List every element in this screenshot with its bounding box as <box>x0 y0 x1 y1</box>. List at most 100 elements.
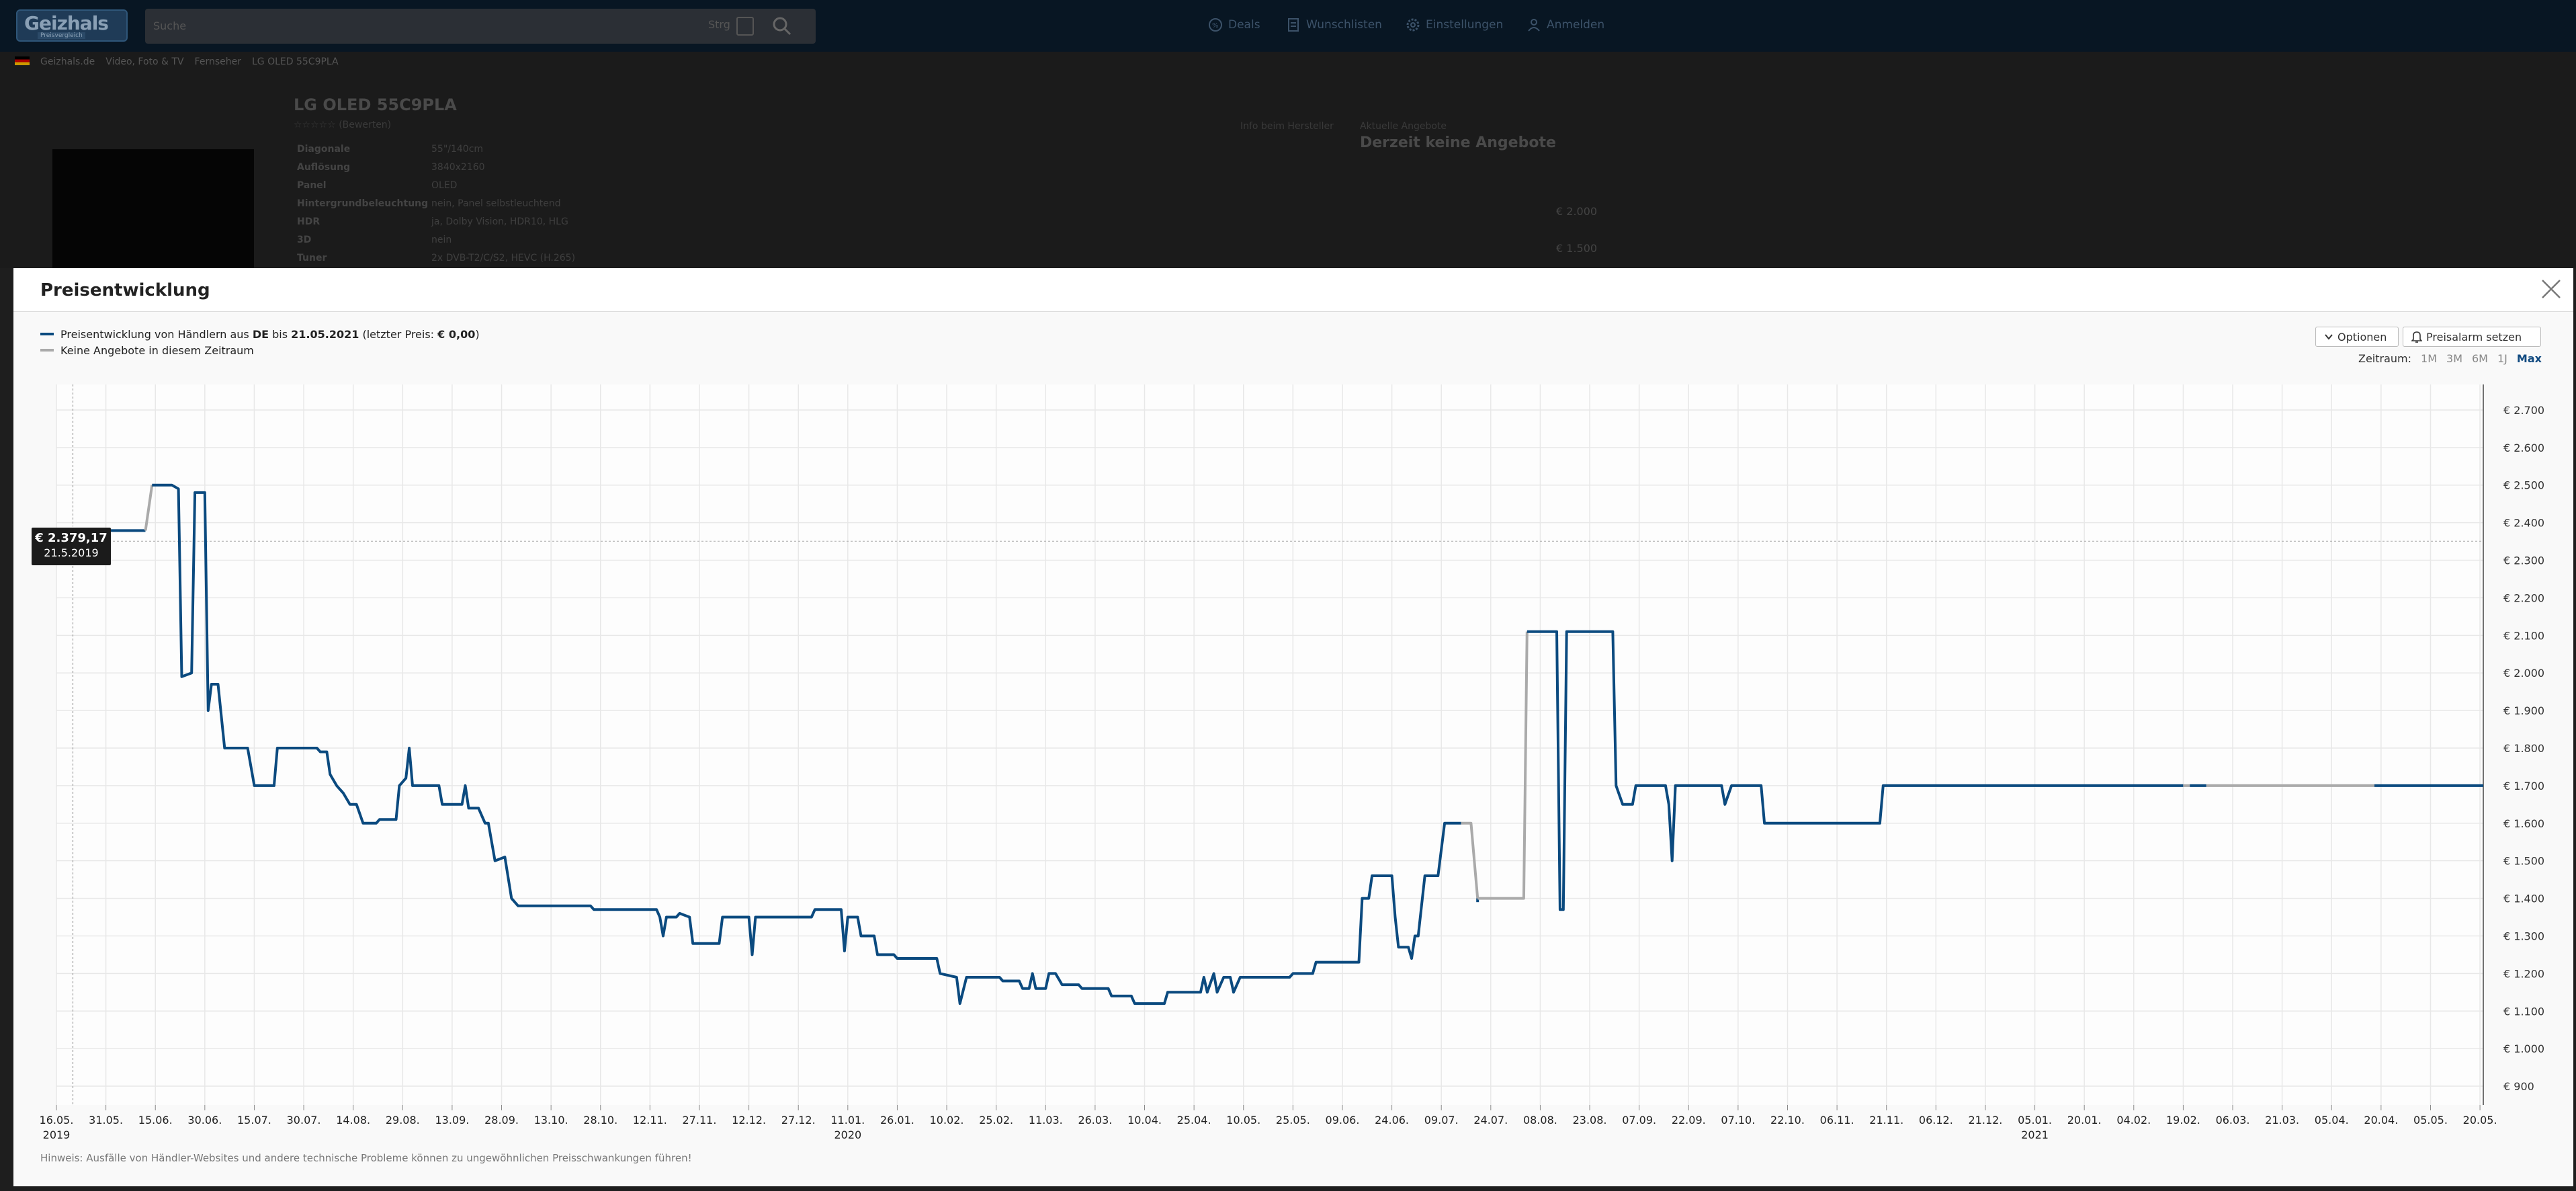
x-tick-label: 12.12. <box>732 1114 766 1126</box>
spec-row: Panel OLED <box>297 180 458 191</box>
gear-icon <box>1406 18 1420 32</box>
x-tick-label: 05.01. <box>2018 1114 2052 1126</box>
y-tick-label: € 2.500 <box>2503 479 2544 492</box>
breadcrumb-item: LG OLED 55C9PLA <box>251 56 339 67</box>
x-tick-label: 25.04. <box>1177 1114 1211 1126</box>
offers-label: Aktuelle Angebote <box>1360 121 1447 132</box>
nav-wishlists[interactable]: Wunschlisten <box>1286 17 1382 32</box>
x-tick-label: 13.10. <box>534 1114 568 1126</box>
x-tick-label: 25.05. <box>1276 1114 1310 1126</box>
x-tick-label: 30.07. <box>287 1114 321 1126</box>
tooltip-date: 21.5.2019 <box>44 546 99 559</box>
x-tick-label: 21.12. <box>1969 1114 2003 1126</box>
x-tick-label: 31.05. <box>89 1114 123 1126</box>
mini-chart-price: € 2.000 <box>1556 205 1598 218</box>
x-tick-label: 28.10. <box>583 1114 617 1126</box>
user-icon <box>1528 19 1540 32</box>
y-tick-label: € 2.700 <box>2503 404 2544 417</box>
geizhals-logo[interactable]: Geizhals Preisvergleich <box>16 9 128 42</box>
close-icon[interactable] <box>2540 278 2563 300</box>
y-tick-label: € 1.800 <box>2503 742 2544 755</box>
x-tick-label: 14.08. <box>336 1114 370 1126</box>
logo-text: Geizhals <box>24 12 109 34</box>
x-tick-year-label: 2019 <box>43 1128 71 1139</box>
x-tick-label: 27.12. <box>781 1114 816 1126</box>
search-icon[interactable] <box>770 14 794 38</box>
x-tick-label: 29.08. <box>386 1114 420 1126</box>
search-shortcut-label: Strg <box>708 18 730 31</box>
price-history-chart[interactable]: € 900 € 1.000 € 1.100 € 1.200 € 1.300 € 1.400… <box>13 312 2573 1139</box>
nav-deals-label: Deals <box>1228 18 1260 32</box>
breadcrumb-item[interactable]: Video, Foto & TV <box>105 56 183 67</box>
x-tick-label: 05.04. <box>2315 1114 2349 1126</box>
y-tick-label: € 1.600 <box>2503 817 2544 830</box>
nav-settings-label: Einstellungen <box>1426 18 1504 32</box>
y-tick-label: € 1.000 <box>2503 1042 2544 1055</box>
x-tick-label: 26.03. <box>1078 1114 1112 1126</box>
search-input[interactable]: Suche Strg <box>145 9 816 44</box>
x-tick-label: 26.01. <box>880 1114 914 1126</box>
x-tick-label: 21.11. <box>1869 1114 1903 1126</box>
y-tick-label: € 1.700 <box>2503 780 2544 792</box>
x-tick-label: 10.05. <box>1226 1114 1260 1126</box>
x-tick-label: 15.07. <box>237 1114 271 1126</box>
offers-title: Derzeit keine Angebote <box>1360 134 1556 151</box>
x-tick-label: 16.05. <box>40 1114 74 1126</box>
x-tick-label: 06.03. <box>2216 1114 2250 1126</box>
x-tick-label: 22.10. <box>1770 1114 1805 1126</box>
x-tick-label: 07.09. <box>1622 1114 1656 1126</box>
deals-icon: % <box>1209 18 1222 32</box>
spec-row: Diagonale 55"/140cm <box>297 144 484 155</box>
nav-deals[interactable]: % Deals <box>1208 17 1260 32</box>
breadcrumb-item[interactable]: Fernseher <box>195 56 241 67</box>
x-tick-year-label: 2021 <box>2021 1128 2049 1139</box>
y-tick-label: € 2.200 <box>2503 591 2544 604</box>
x-tick-label: 13.09. <box>435 1114 469 1126</box>
x-tick-label: 06.12. <box>1919 1114 1953 1126</box>
spec-row: HDR ja, Dolby Vision, HDR10, HLG <box>297 216 568 227</box>
modal-body: Preisentwicklung von Händlern aus DE bis… <box>13 312 2573 1186</box>
x-tick-label: 11.03. <box>1029 1114 1063 1126</box>
y-tick-label: € 1.100 <box>2503 1005 2544 1018</box>
x-tick-label: 28.09. <box>484 1114 519 1126</box>
product-rating[interactable]: ☆☆☆☆☆ (Bewerten) <box>294 120 391 130</box>
y-tick-label: € 1.500 <box>2503 855 2544 868</box>
x-tick-label: 10.02. <box>930 1114 964 1126</box>
x-tick-label: 10.04. <box>1127 1114 1162 1126</box>
breadcrumb-item[interactable]: Geizhals.de <box>40 56 95 67</box>
nav-settings[interactable]: Einstellungen <box>1406 17 1503 32</box>
y-tick-label: € 1.200 <box>2503 967 2544 980</box>
x-tick-label: 25.02. <box>979 1114 1013 1126</box>
x-tick-label: 09.07. <box>1424 1114 1459 1126</box>
product-image <box>52 149 254 268</box>
x-tick-label: 24.06. <box>1375 1114 1409 1126</box>
keyboard-key-icon <box>736 17 754 36</box>
x-tick-label: 06.11. <box>1820 1114 1854 1126</box>
y-tick-label: € 1.300 <box>2503 930 2544 942</box>
top-header: Geizhals Preisvergleich Suche Strg % Dea… <box>0 0 2576 52</box>
disclaimer-note: Hinweis: Ausfälle von Händler-Websites u… <box>40 1152 692 1164</box>
x-tick-label: 20.05. <box>2463 1114 2497 1126</box>
mini-chart-price: € 1.500 <box>1556 242 1598 255</box>
y-tick-label: € 1.400 <box>2503 893 2544 905</box>
x-tick-label: 27.11. <box>683 1114 717 1126</box>
chart-tooltip: € 2.379,17 21.5.2019 <box>32 528 111 565</box>
breadcrumb: Geizhals.de Video, Foto & TV Fernseher L… <box>15 56 339 67</box>
x-tick-label: 24.07. <box>1473 1114 1508 1126</box>
search-placeholder: Suche <box>153 19 187 32</box>
nav-login[interactable]: Anmelden <box>1527 17 1604 32</box>
y-tick-label: € 900 <box>2503 1080 2534 1093</box>
tooltip-value: € 2.379,17 <box>35 531 108 545</box>
modal-header: Preisentwicklung <box>13 268 2573 312</box>
x-tick-label: 22.09. <box>1672 1114 1706 1126</box>
manufacturer-link[interactable]: Info beim Hersteller <box>1240 121 1334 132</box>
x-tick-label: 08.08. <box>1523 1114 1557 1126</box>
nav-login-label: Anmelden <box>1547 18 1605 32</box>
x-tick-label: 20.04. <box>2364 1114 2398 1126</box>
spec-row: Tuner 2x DVB-T2/C/S2, HEVC (H.265) <box>297 253 576 263</box>
x-tick-label: 04.02. <box>2116 1114 2151 1126</box>
spec-row: 3D nein <box>297 235 452 245</box>
product-title: LG OLED 55C9PLA <box>294 95 457 114</box>
plot-area <box>56 384 2483 1105</box>
y-tick-label: € 2.400 <box>2503 517 2544 530</box>
